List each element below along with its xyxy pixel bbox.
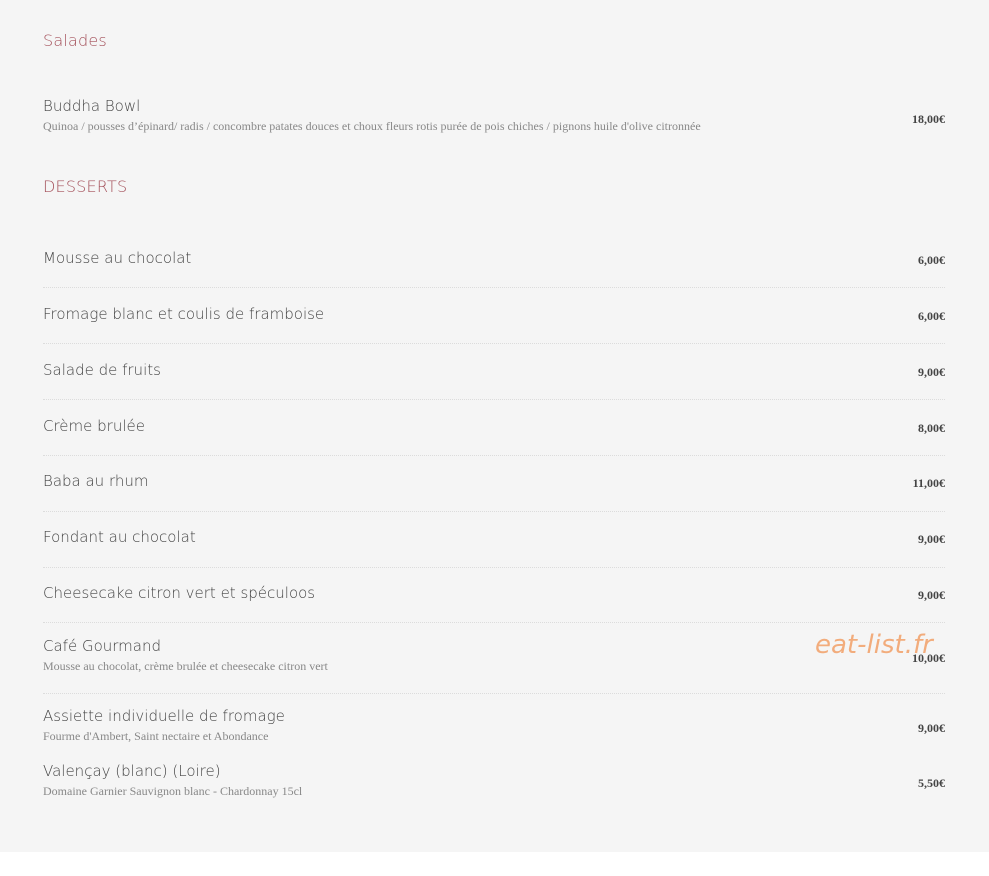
- menu-item-description: Fourme d'Ambert, Saint nectaire et Abond…: [43, 729, 269, 743]
- menu-item-description: Quinoa / pousses d’épinard/ radis / conc…: [43, 119, 701, 133]
- menu-item-name: Fondant au chocolat: [43, 528, 196, 546]
- divider: [43, 622, 945, 623]
- menu-item-valencay: Valençay (blanc) (Loire) Domaine Garnier…: [43, 762, 945, 799]
- menu-item-name: Crème brulée: [43, 417, 145, 435]
- divider: [43, 343, 945, 344]
- menu-item-cafe-gourmand: Café Gourmand Mousse au chocolat, crème …: [43, 637, 945, 674]
- divider: [43, 567, 945, 568]
- section-title-desserts: DESSERTS: [43, 177, 128, 196]
- menu-item-name: Fromage blanc et coulis de framboise: [43, 305, 325, 323]
- menu-item-price: 6,00€: [918, 253, 945, 267]
- menu-item-mousse-au-chocolat: Mousse au chocolat 6,00€: [43, 249, 945, 267]
- menu-item-name: Café Gourmand: [43, 637, 161, 655]
- watermark-logo: eat-list.fr: [815, 630, 933, 660]
- section-title-salades: Salades: [43, 31, 107, 50]
- menu-item-price: 11,00€: [912, 476, 945, 490]
- menu-item-price: 9,00€: [918, 588, 945, 602]
- menu-item-name: Cheesecake citron vert et spéculoos: [43, 584, 316, 602]
- menu-item-name: Baba au rhum: [43, 472, 149, 490]
- divider: [43, 455, 945, 456]
- menu-item-buddha-bowl: Buddha Bowl Quinoa / pousses d’épinard/ …: [43, 97, 945, 134]
- divider: [43, 511, 945, 512]
- menu-item-price: 6,00€: [918, 309, 945, 323]
- menu-item-description: Domaine Garnier Sauvignon blanc - Chardo…: [43, 784, 303, 798]
- menu-item-price: 9,00€: [918, 532, 945, 546]
- menu-item-price: 9,00€: [918, 721, 945, 735]
- menu-item-name: Valençay (blanc) (Loire): [43, 762, 221, 780]
- divider: [43, 287, 945, 288]
- menu-item-fromage-blanc: Fromage blanc et coulis de framboise 6,0…: [43, 305, 945, 323]
- menu-item-price: 5,50€: [918, 776, 945, 790]
- menu-item-creme-brulee: Crème brulée 8,00€: [43, 417, 945, 435]
- menu-item-salade-de-fruits: Salade de fruits 9,00€: [43, 361, 945, 379]
- menu-item-baba-au-rhum: Baba au rhum 11,00€: [43, 472, 945, 490]
- menu-item-price: 18,00€: [912, 112, 945, 126]
- menu-item-name: Assiette individuelle de fromage: [43, 707, 285, 725]
- menu-item-name: Mousse au chocolat: [43, 249, 192, 267]
- menu-item-cheesecake: Cheesecake citron vert et spéculoos 9,00…: [43, 584, 945, 602]
- menu-item-name: Salade de fruits: [43, 361, 161, 379]
- divider: [43, 693, 945, 694]
- menu-item-fondant-au-chocolat: Fondant au chocolat 9,00€: [43, 528, 945, 546]
- menu-item-price: 8,00€: [918, 421, 945, 435]
- menu-item-name: Buddha Bowl: [43, 97, 141, 115]
- menu-page: Salades Buddha Bowl Quinoa / pousses d’é…: [0, 0, 989, 852]
- divider: [43, 399, 945, 400]
- menu-item-price: 9,00€: [918, 365, 945, 379]
- menu-item-description: Mousse au chocolat, crème brulée et chee…: [43, 659, 328, 673]
- menu-item-assiette-fromage: Assiette individuelle de fromage Fourme …: [43, 707, 945, 744]
